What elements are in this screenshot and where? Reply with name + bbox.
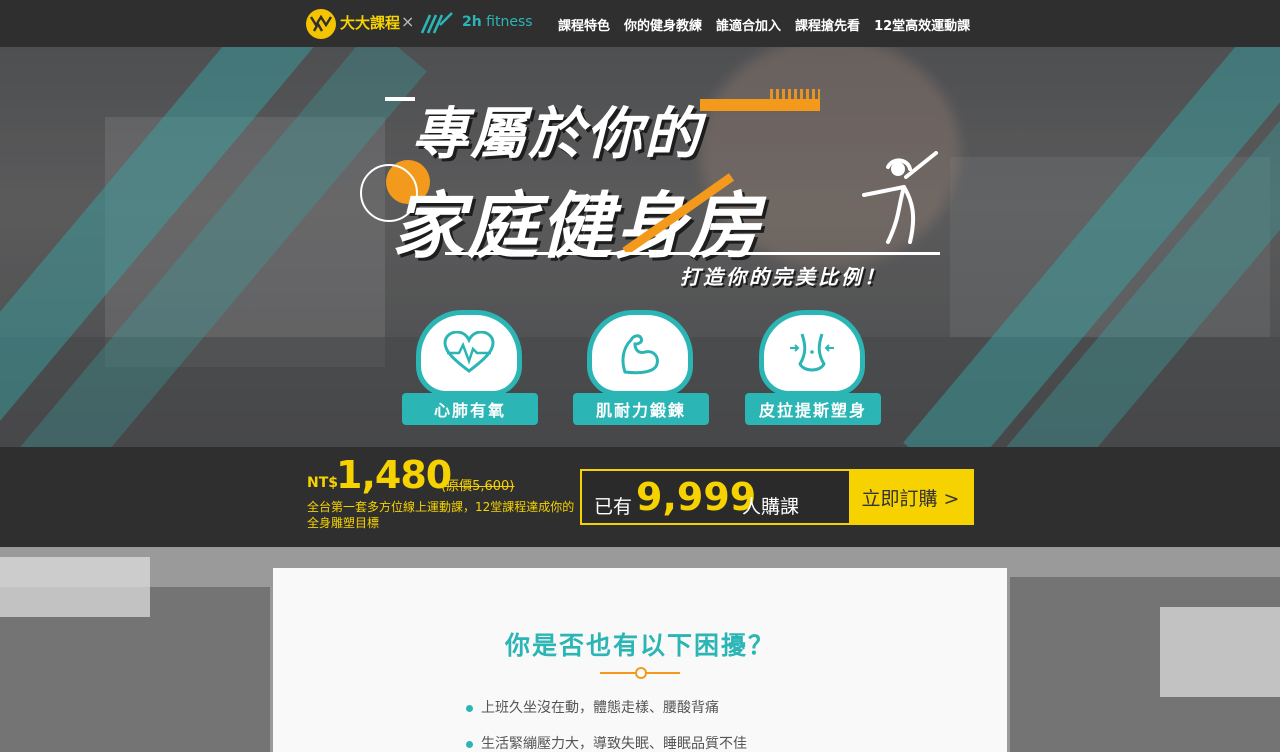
- pricing-bar: NT$ 1,480 (原價5,600) 全台第一套多方位線上運動課，12堂課程達…: [0, 447, 1280, 547]
- dancer-icon: [862, 151, 938, 244]
- waist-icon: [790, 333, 834, 372]
- main-menu: 課程特色 你的健身教練 誰適合加入 課程搶先看 12堂高效運動課: [558, 15, 970, 34]
- problems-section: 你是否也有以下困擾？ 上班久坐沒在動，體態走樣、腰酸背痛 生活緊繃壓力大，導致失…: [0, 547, 1280, 752]
- feature-label: 肌耐力鍛鍊: [573, 393, 709, 425]
- currency-label: NT$: [307, 475, 339, 491]
- feature-strength[interactable]: 肌耐力鍛鍊: [573, 310, 709, 426]
- problem-item: 上班久坐沒在動，體態走樣、腰酸背痛: [466, 697, 719, 717]
- hero-subtitle: 打造你的完美比例！: [680, 265, 887, 289]
- hero-title-line2: 家庭健身房: [392, 184, 763, 268]
- menu-item-lessons[interactable]: 12堂高效運動課: [874, 15, 970, 34]
- original-price: (原價5,600): [441, 479, 515, 494]
- feature-pilates[interactable]: 皮拉提斯塑身: [745, 310, 881, 426]
- decor-dash: [385, 97, 415, 101]
- menu-item-features[interactable]: 課程特色: [558, 15, 610, 34]
- office-background: [1160, 607, 1280, 697]
- feature-label: 心肺有氧: [402, 393, 538, 425]
- top-nav: 大大課程 × 2h fitness 課程特色 你的健身教練 誰適合加入 課程搶先…: [0, 0, 1280, 47]
- problems-card: 你是否也有以下困擾？ 上班久坐沒在動，體態走樣、腰酸背痛 生活緊繃壓力大，導致失…: [273, 568, 1007, 752]
- buy-now-button[interactable]: 立即訂購 >: [849, 471, 972, 523]
- brand-logo-icon[interactable]: [306, 9, 336, 39]
- bought-count: 9,999: [636, 475, 757, 519]
- feature-badge: [759, 310, 865, 396]
- course-description: 全台第一套多方位線上運動課，12堂課程達成你的全身雕塑目標: [307, 500, 575, 530]
- menu-item-preview[interactable]: 課程搶先看: [795, 15, 860, 34]
- problems-title: 你是否也有以下困擾？: [504, 631, 775, 660]
- brand-primary[interactable]: 大大課程: [340, 12, 400, 33]
- menu-item-coach[interactable]: 你的健身教練: [624, 15, 702, 34]
- menu-item-audience[interactable]: 誰適合加入: [716, 15, 781, 34]
- bought-suffix: 人購課: [742, 496, 800, 518]
- hero-banner: 專屬於你的 家庭健身房 打造你的完美比例！ 心肺有氧 肌耐力鍛鍊 皮拉提斯塑身: [0, 47, 1280, 447]
- feature-badge: [587, 310, 693, 396]
- office-background: [0, 557, 150, 617]
- decor-underline: [445, 252, 940, 255]
- feature-cardio[interactable]: 心肺有氧: [402, 310, 538, 426]
- decor-dots: [770, 89, 820, 105]
- heart-pulse-icon: [443, 331, 495, 373]
- partner-logo-icon[interactable]: [420, 11, 456, 35]
- hero-title-line1: 專屬於你的: [412, 102, 702, 167]
- course-price: 1,480: [336, 453, 452, 497]
- feature-label: 皮拉提斯塑身: [745, 393, 881, 425]
- divider-dot: [635, 667, 647, 679]
- bought-prefix: 已有: [594, 496, 633, 518]
- purchase-box: 已有 9,999 人購課 立即訂購 >: [580, 469, 974, 525]
- feature-badge: [416, 310, 522, 396]
- bicep-icon: [621, 334, 659, 375]
- brand-separator: ×: [401, 12, 415, 31]
- brand-partner[interactable]: 2h fitness: [462, 14, 533, 30]
- problem-item: 生活緊繃壓力大，導致失眠、睡眠品質不佳: [466, 733, 747, 752]
